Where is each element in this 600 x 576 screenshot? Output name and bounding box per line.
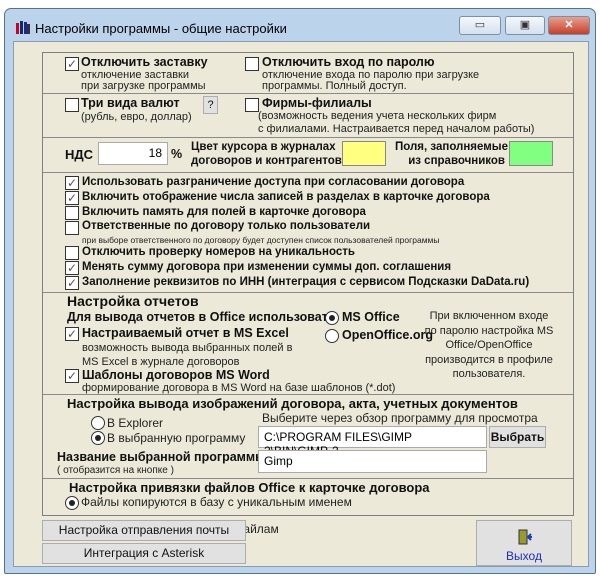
inn-fill-checkbox[interactable]: ✓ bbox=[65, 276, 79, 290]
ref-fields-label: Поля, заполняемые bbox=[395, 141, 508, 153]
three-currencies-desc: (рубль, евро, доллар) bbox=[81, 111, 192, 123]
exit-label: Выход bbox=[506, 549, 542, 563]
word-templates-checkbox[interactable]: ✓ bbox=[65, 369, 79, 383]
vat-input[interactable]: 18 bbox=[98, 142, 168, 165]
access-control-checkbox[interactable]: ✓ bbox=[65, 176, 79, 190]
word-templates-label: Шаблоны договоров MS Word bbox=[82, 368, 270, 382]
vat-label: НДС bbox=[65, 147, 94, 162]
divider bbox=[43, 394, 573, 395]
excel-report-desc: возможность вывода выбранных полей в bbox=[82, 342, 293, 354]
images-section-title: Настройка вывода изображений договора, а… bbox=[67, 396, 518, 411]
client-area: ✓ Отключить заставку отключение заставки… bbox=[13, 41, 589, 567]
exit-door-icon bbox=[518, 529, 532, 545]
explorer-label: В Explorer bbox=[107, 416, 164, 430]
responsible-users-desc: при выборе ответственного по договору бу… bbox=[82, 235, 440, 245]
excel-report-checkbox[interactable]: ✓ bbox=[65, 327, 79, 341]
selected-program-label: В выбранную программу bbox=[107, 431, 246, 445]
reports-section-title: Настройка отчетов bbox=[67, 293, 199, 309]
change-sum-checkbox[interactable]: ✓ bbox=[65, 261, 79, 275]
unique-numbers-checkbox[interactable] bbox=[65, 246, 79, 260]
cursor-color-label: Цвет курсора в журналах bbox=[191, 141, 336, 153]
unique-numbers-label: Отключить проверку номеров на уникальнос… bbox=[82, 246, 355, 258]
cursor-color-swatch[interactable] bbox=[342, 141, 386, 166]
disable-password-checkbox[interactable] bbox=[245, 57, 259, 71]
exit-button[interactable]: Выход bbox=[476, 520, 572, 566]
three-currencies-label: Три вида валют bbox=[81, 96, 180, 110]
divider bbox=[43, 172, 573, 173]
window-title: Настройки программы - общие настройки bbox=[35, 21, 287, 36]
responsible-users-checkbox[interactable] bbox=[65, 221, 79, 235]
field-memory-checkbox[interactable] bbox=[65, 206, 79, 220]
office-profile-note: При включенном входе по паролю настройка … bbox=[423, 309, 555, 382]
openoffice-radio[interactable] bbox=[325, 329, 339, 343]
selected-program-radio[interactable] bbox=[91, 431, 105, 445]
note-line: пользователя. bbox=[452, 368, 526, 380]
word-templates-desc: формирование договора в MS Word на базе … bbox=[82, 382, 396, 394]
divider bbox=[43, 93, 573, 94]
note-line: При включенном входе bbox=[429, 310, 549, 322]
divider bbox=[43, 478, 573, 479]
access-control-label: Использовать разграничение доступа при с… bbox=[82, 176, 465, 188]
copy-files-label: Файлы копируются в базу с уникальным име… bbox=[81, 495, 352, 509]
program-name-label: Название выбранной программы bbox=[57, 450, 266, 464]
close-button[interactable]: ✕ bbox=[548, 16, 590, 35]
branches-label: Фирмы-филиалы bbox=[262, 96, 372, 110]
asterisk-integration-button[interactable]: Интеграция с Asterisk bbox=[42, 543, 246, 564]
office-label: Для вывода отчетов в Office использовать bbox=[67, 310, 336, 324]
explorer-radio[interactable] bbox=[91, 416, 105, 430]
disable-password-label: Отключить вход по паролю bbox=[262, 55, 435, 69]
branches-desc: (возможность ведения учета нескольких фи… bbox=[258, 110, 497, 122]
divider bbox=[43, 137, 573, 138]
branches-desc: с филиалами. Настраивается перед началом… bbox=[258, 123, 535, 135]
program-name-hint: ( отобразится на кнопке ) bbox=[57, 465, 174, 476]
openoffice-label: OpenOffice.org bbox=[342, 328, 433, 342]
note-line: Office/OpenOffice bbox=[445, 339, 533, 351]
mail-settings-button[interactable]: Настройка отправления почты bbox=[42, 520, 246, 541]
ms-office-label: MS Office bbox=[342, 310, 400, 324]
browse-hint: Выберите через обзор программу для просм… bbox=[262, 411, 538, 425]
record-count-label: Включить отображение числа записей в раз… bbox=[82, 191, 490, 203]
help-button[interactable]: ? bbox=[203, 96, 218, 114]
copy-files-radio[interactable] bbox=[65, 496, 79, 510]
settings-panel: ✓ Отключить заставку отключение заставки… bbox=[42, 52, 574, 516]
settings-window: Настройки программы - общие настройки ▭ … bbox=[4, 8, 596, 574]
field-memory-label: Включить память для полей в карточке дог… bbox=[82, 206, 366, 218]
branches-checkbox[interactable] bbox=[245, 98, 259, 112]
inn-fill-label: Заполнение реквизитов по ИНН (интеграция… bbox=[82, 276, 530, 288]
files-section-title: Настройка привязки файлов Office к карто… bbox=[69, 480, 430, 495]
excel-report-desc: MS Excel в журнале договоров bbox=[82, 356, 240, 368]
percent-label: % bbox=[171, 147, 183, 161]
ref-fields-color-swatch[interactable] bbox=[509, 141, 553, 166]
app-books-icon bbox=[16, 21, 30, 34]
record-count-checkbox[interactable]: ✓ bbox=[65, 191, 79, 205]
minimize-button[interactable]: ▭ bbox=[459, 16, 501, 35]
ms-office-radio[interactable] bbox=[325, 311, 339, 325]
program-path-input[interactable]: C:\PROGRAM FILES\GIMP 2\BIN\GIMP-2 bbox=[258, 426, 487, 458]
disable-splash-label: Отключить заставку bbox=[81, 55, 208, 69]
disable-splash-desc: при загрузке программы bbox=[81, 80, 206, 92]
excel-report-label: Настраиваемый отчет в MS Excel bbox=[82, 326, 289, 340]
change-sum-label: Менять сумму договора при изменении сумм… bbox=[82, 261, 452, 273]
ref-fields-label: из справочников bbox=[408, 155, 505, 167]
cursor-color-label: договоров и контрагентов bbox=[191, 155, 342, 167]
note-line: производится в профиле bbox=[425, 353, 553, 366]
disable-password-desc: программы. Полный доступ. bbox=[262, 80, 407, 92]
responsible-users-label: Ответственные по договору только пользов… bbox=[82, 220, 371, 232]
three-currencies-checkbox[interactable] bbox=[65, 98, 79, 112]
choose-button[interactable]: Выбрать bbox=[489, 426, 546, 448]
maximize-button[interactable]: ▣ bbox=[505, 16, 545, 35]
note-line: по паролю настройка MS bbox=[424, 324, 554, 337]
program-name-input[interactable]: Gimp bbox=[258, 450, 487, 473]
disable-splash-checkbox[interactable]: ✓ bbox=[65, 57, 79, 71]
